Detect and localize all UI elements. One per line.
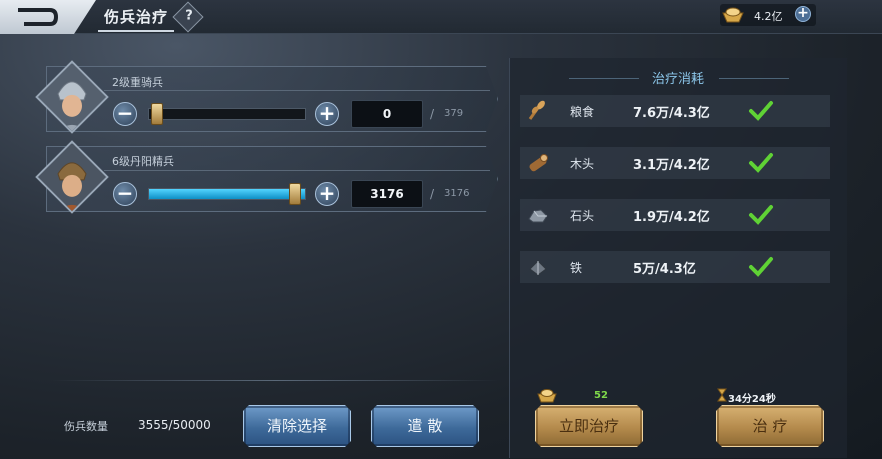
clear-selection-button[interactable]: 清除选择 <box>243 405 351 447</box>
slider-knob[interactable] <box>289 183 301 205</box>
wounded-label: 伤兵数量 <box>64 420 108 433</box>
hourglass-icon <box>717 388 727 402</box>
check-icon <box>749 205 773 225</box>
cost-name: 粮食 <box>570 105 595 119</box>
cost-value: 3.1万/4.2亿 <box>633 158 710 173</box>
title-underline <box>98 30 174 32</box>
cost-header-label: 治疗消耗 <box>651 72 704 87</box>
instant-heal-button[interactable]: 立即治疗 <box>535 405 643 447</box>
resource-value: 4.2亿 <box>754 10 783 23</box>
gold-ingot-icon <box>537 389 557 403</box>
slider-fill <box>149 189 305 199</box>
troop-count-input[interactable]: 3176 <box>351 180 423 208</box>
bottom-divider <box>50 380 500 381</box>
troop-count-input[interactable]: 0 <box>351 100 423 128</box>
heal-timer: 34分24秒 <box>728 394 776 405</box>
help-icon-label: ? <box>185 8 193 24</box>
cost-value: 7.6万/4.3亿 <box>633 106 710 121</box>
cost-value: 1.9万/4.2亿 <box>633 210 710 225</box>
slash: / <box>430 187 435 201</box>
iron-icon <box>529 260 547 276</box>
stone-icon <box>528 209 548 223</box>
instant-heal-cost: 52 <box>594 390 608 401</box>
header-line-left <box>569 78 639 79</box>
heal-button[interactable]: 治 疗 <box>716 405 824 447</box>
cost-value: 5万/4.3亿 <box>633 262 696 277</box>
cost-row-stone: 石头 1.9万/4.2亿 <box>520 199 830 231</box>
header-line-right <box>719 78 789 79</box>
cost-name: 木头 <box>570 157 595 171</box>
cost-name: 铁 <box>570 261 583 275</box>
increase-button[interactable]: + <box>315 182 339 206</box>
page-title: 伤兵治疗 <box>104 8 169 26</box>
gold-ingot-icon <box>722 7 744 23</box>
cost-row-iron: 铁 5万/4.3亿 <box>520 251 830 283</box>
troop-slider[interactable] <box>148 183 306 205</box>
check-icon <box>749 101 773 121</box>
decrease-button[interactable]: − <box>113 102 137 126</box>
troop-max-count: 3176 <box>444 188 470 199</box>
troop-slider[interactable] <box>148 103 306 125</box>
cost-name: 石头 <box>570 209 595 223</box>
cost-header: 治疗消耗 <box>509 68 847 88</box>
wood-icon <box>529 154 548 172</box>
back-arrow-icon <box>18 8 59 26</box>
check-icon <box>749 257 773 277</box>
troop-name: 2级重骑兵 <box>112 76 163 89</box>
dismiss-button[interactable]: 遣 散 <box>371 405 479 447</box>
row-divider <box>104 170 490 171</box>
row-divider <box>104 90 490 91</box>
grain-icon <box>528 100 545 120</box>
increase-button[interactable]: + <box>315 102 339 126</box>
troop-max-count: 379 <box>444 108 464 119</box>
cost-row-grain: 粮食 7.6万/4.3亿 <box>520 95 830 127</box>
cost-row-wood: 木头 3.1万/4.2亿 <box>520 147 830 179</box>
decrease-button[interactable]: − <box>113 182 137 206</box>
add-resource-button[interactable]: + <box>795 6 811 22</box>
troop-name: 6级丹阳精兵 <box>112 155 174 168</box>
wounded-value: 3555/50000 <box>138 418 211 432</box>
check-icon <box>749 153 773 173</box>
slash: / <box>430 107 435 121</box>
slider-knob[interactable] <box>151 103 163 125</box>
